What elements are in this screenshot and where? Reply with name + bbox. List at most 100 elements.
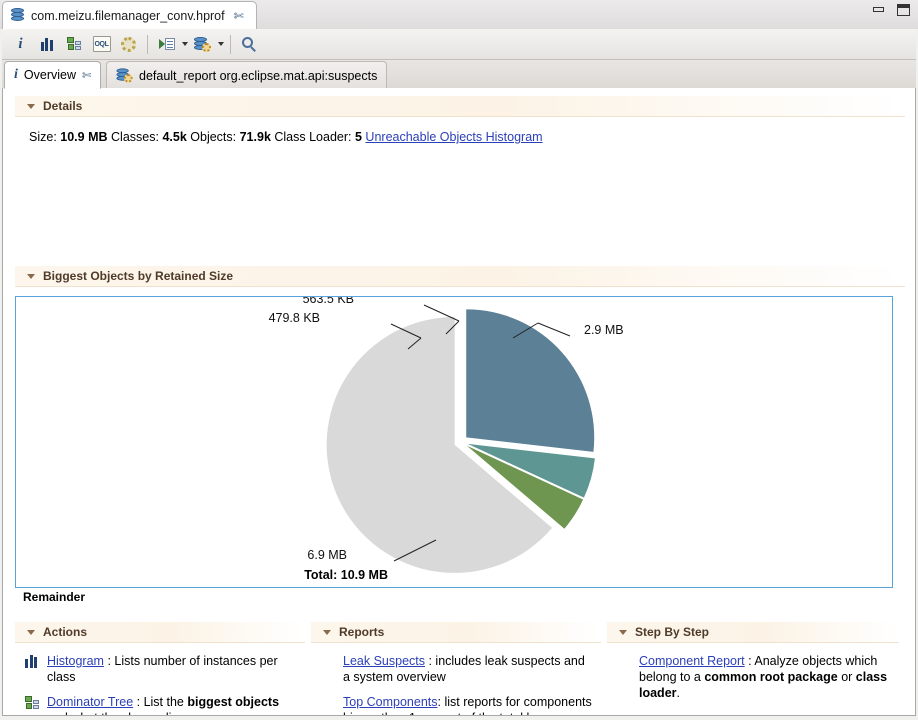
pie-label-slice-3: 479.8 KB — [16, 311, 320, 325]
chevron-down-icon[interactable] — [27, 630, 35, 635]
main-window: com.meizu.filemanager_conv.hprof ✄ i OQL — [0, 0, 918, 720]
actions-section: Actions Histogram : Lists number of inst… — [15, 622, 305, 716]
pie-total-label: Total: 10.9 MB — [16, 568, 388, 582]
list-item-text: Component Report : Analyze objects which… — [639, 653, 891, 701]
editor-tab-bar: i Overview ✄ default_report org.eclipse.… — [2, 60, 916, 89]
details-body: Size: 10.9 MB Classes: 4.5k Objects: 71.… — [15, 117, 905, 144]
dominator-tree-icon — [25, 694, 41, 696]
reports-section-title: Reports — [339, 625, 384, 639]
dominator-tree-icon — [67, 37, 82, 51]
histogram-icon — [41, 38, 55, 51]
separator: : — [104, 654, 114, 668]
tab-overview[interactable]: i Overview ✄ — [4, 61, 101, 89]
toolbar: i OQL — [2, 29, 916, 60]
list-item: Top Components: list reports for compone… — [321, 694, 593, 716]
unreachable-objects-histogram-link[interactable]: Unreachable Objects Histogram — [365, 130, 542, 144]
overview-info-button[interactable]: i — [8, 32, 33, 56]
biggest-objects-section-title: Biggest Objects by Retained Size — [43, 269, 233, 283]
separator: : — [133, 695, 143, 709]
actions-section-header[interactable]: Actions — [15, 622, 305, 643]
database-icon — [11, 8, 24, 23]
emphasis-text: common root package — [704, 670, 837, 684]
class-loader-value: 5 — [355, 130, 362, 144]
search-icon — [242, 37, 257, 52]
pie-leader-line — [538, 323, 570, 336]
dominator-tree-button[interactable] — [62, 32, 87, 56]
emphasis-text: biggest objects — [187, 695, 279, 709]
chevron-down-icon[interactable] — [27, 104, 35, 109]
details-section: Details Size: 10.9 MB Classes: 4.5k Obje… — [15, 96, 905, 144]
pie-label-slice-2: 563.5 KB — [16, 296, 354, 306]
step-by-step-section-header[interactable]: Step By Step — [607, 622, 899, 643]
description-text: List the — [144, 695, 188, 709]
minimize-icon[interactable] — [872, 4, 885, 17]
pie-chart-frame[interactable]: 2.9 MB 563.5 KB 479.8 KB 6.9 MB Total: 1… — [15, 296, 893, 588]
pie-label-slice-1: 2.9 MB — [584, 323, 624, 337]
oql-icon: OQL — [93, 36, 111, 52]
description-text: . — [677, 686, 680, 700]
step-by-step-body: Component Report : Analyze objects which… — [607, 643, 899, 701]
list-item-text: Leak Suspects : includes leak suspects a… — [343, 653, 593, 685]
actions-body: Histogram : Lists number of instances pe… — [15, 643, 305, 716]
close-icon[interactable]: ✄ — [234, 10, 244, 22]
overview-content: Details Size: 10.9 MB Classes: 4.5k Obje… — [2, 88, 916, 716]
info-icon: i — [14, 67, 18, 83]
window-title: com.meizu.filemanager_conv.hprof — [31, 9, 225, 23]
tab-default-report[interactable]: default_report org.eclipse.mat.api:suspe… — [106, 61, 387, 89]
query-browser-icon — [194, 37, 211, 52]
class-loader-label: Class Loader: — [274, 130, 351, 144]
list-item: Histogram : Lists number of instances pe… — [25, 653, 297, 685]
query-browser-button[interactable] — [190, 32, 215, 56]
bottom-panels: Actions Histogram : Lists number of inst… — [15, 622, 905, 716]
description-text: and what they keep alive. — [47, 711, 188, 716]
component-report-link[interactable]: Component Report — [639, 654, 745, 668]
chevron-down-icon[interactable] — [619, 630, 627, 635]
histogram-icon — [25, 653, 41, 668]
list-item: Leak Suspects : includes leak suspects a… — [321, 653, 593, 685]
actions-section-title: Actions — [43, 625, 87, 639]
pie-slice-biggest-object-1[interactable] — [466, 309, 594, 451]
report-icon — [116, 68, 132, 82]
list-item-text: Dominator Tree : List the biggest object… — [47, 694, 297, 716]
pie-label-remainder: 6.9 MB — [16, 548, 347, 562]
overview-info-icon: i — [18, 36, 22, 53]
list-item-text: Histogram : Lists number of instances pe… — [47, 653, 297, 685]
reports-section-header[interactable]: Reports — [311, 622, 601, 643]
biggest-objects-section-header[interactable]: Biggest Objects by Retained Size — [15, 266, 905, 287]
toolbar-separator-2 — [230, 35, 231, 54]
histogram-button[interactable] — [35, 32, 60, 56]
window-controls — [872, 4, 910, 17]
leak-suspects-link[interactable]: Leak Suspects — [343, 654, 425, 668]
close-icon[interactable]: ✄ — [82, 69, 91, 82]
size-value: 10.9 MB — [60, 130, 107, 144]
find-button[interactable] — [237, 32, 262, 56]
run-expert-system-test-button[interactable] — [154, 32, 179, 56]
tab-overview-label: Overview — [24, 68, 76, 82]
chevron-down-icon-query[interactable] — [218, 42, 224, 46]
details-section-title: Details — [43, 99, 82, 113]
tab-default-report-label: default_report org.eclipse.mat.api:suspe… — [139, 69, 377, 83]
chevron-down-icon[interactable] — [27, 274, 35, 279]
maximize-icon[interactable] — [897, 4, 910, 17]
chevron-down-icon[interactable] — [323, 630, 331, 635]
window-file-tab[interactable]: com.meizu.filemanager_conv.hprof ✄ — [2, 1, 257, 29]
chevron-down-icon-run[interactable] — [182, 42, 188, 46]
separator: : — [745, 654, 755, 668]
histogram-link[interactable]: Histogram — [47, 654, 104, 668]
objects-value: 71.9k — [240, 130, 271, 144]
list-item-text: Top Components: list reports for compone… — [343, 694, 593, 716]
reports-body: Leak Suspects : includes leak suspects a… — [311, 643, 601, 716]
list-item: Dominator Tree : List the biggest object… — [25, 694, 297, 716]
remainder-label: Remainder — [23, 590, 85, 604]
gear-icon — [121, 37, 136, 52]
title-bar: com.meizu.filemanager_conv.hprof ✄ — [0, 0, 918, 29]
oql-button[interactable]: OQL — [89, 32, 114, 56]
toolbar-separator-1 — [147, 35, 148, 54]
top-components-link[interactable]: Top Components — [343, 695, 438, 709]
step-by-step-section: Step By Step Component Report : Analyze … — [607, 622, 899, 716]
calculate-retained-size-button[interactable] — [116, 32, 141, 56]
reports-section: Reports Leak Suspects : includes leak su… — [311, 622, 601, 716]
details-section-header[interactable]: Details — [15, 96, 905, 117]
dominator-tree-link[interactable]: Dominator Tree — [47, 695, 133, 709]
pie-chart[interactable] — [16, 297, 892, 587]
